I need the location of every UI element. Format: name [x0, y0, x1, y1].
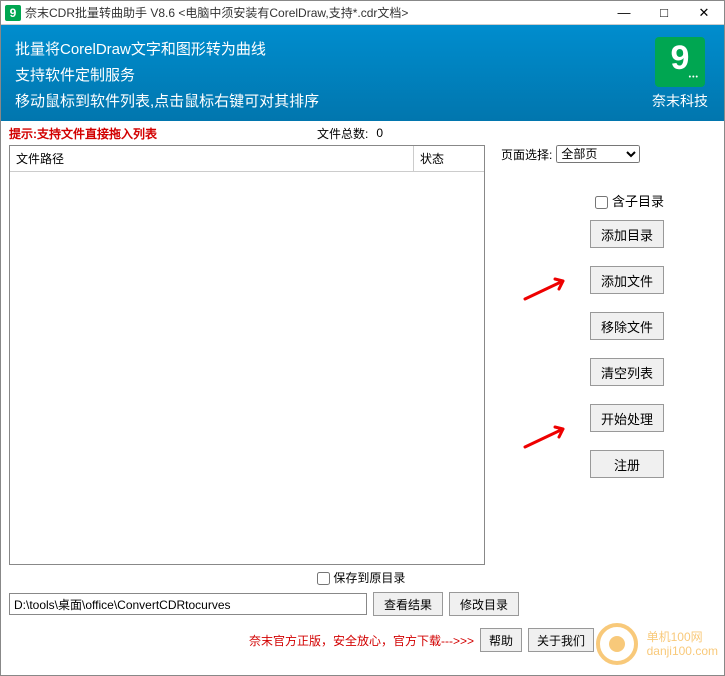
window-title: 奈末CDR批量转曲助手 V8.6 <电脑中须安装有CorelDraw,支持*.c… [25, 4, 604, 21]
hint-text: 提示:支持文件直接拖入列表 [9, 125, 249, 142]
logo-area: 9 ••• 奈末科技 [650, 37, 710, 109]
annotation-arrow-icon [523, 275, 573, 301]
logo-icon: 9 ••• [655, 37, 705, 87]
hint-row: 提示:支持文件直接拖入列表 文件总数: 0 [1, 121, 724, 145]
logo-label: 奈末科技 [650, 91, 710, 111]
main-area: 文件路径 状态 页面选择: 全部页 含子目录 添加目录 添加文件 移除文件 清空… [1, 145, 724, 565]
file-count-value: 0 [376, 126, 383, 140]
about-button[interactable]: 关于我们 [528, 628, 594, 652]
add-file-button[interactable]: 添加文件 [590, 266, 664, 294]
column-status[interactable]: 状态 [414, 146, 484, 171]
window-controls: — □ ✕ [604, 1, 724, 25]
remove-file-button[interactable]: 移除文件 [590, 312, 664, 340]
header-description: 批量将CorelDraw文字和图形转为曲线 支持软件定制服务 移动鼠标到软件列表… [15, 37, 650, 109]
footer-text: 奈末官方正版，安全放心，官方下载--->>> [249, 632, 474, 649]
output-path-row: 查看结果 修改目录 [1, 590, 724, 624]
close-button[interactable]: ✕ [684, 1, 724, 25]
start-process-button[interactable]: 开始处理 [590, 404, 664, 432]
annotation-arrow-icon [523, 423, 573, 449]
header-line2: 支持软件定制服务 [15, 63, 650, 89]
help-button[interactable]: 帮助 [480, 628, 522, 652]
footer-row: 奈末官方正版，安全放心，官方下载--->>> 帮助 关于我们 [1, 624, 724, 660]
output-path-input[interactable] [9, 593, 367, 615]
header-line1: 批量将CorelDraw文字和图形转为曲线 [15, 37, 650, 63]
file-list-table[interactable]: 文件路径 状态 [9, 145, 485, 565]
include-subdir-row: 含子目录 [501, 191, 716, 210]
save-to-orig-checkbox[interactable] [317, 572, 330, 585]
save-orig-row: 保存到原目录 [1, 565, 724, 590]
page-select-label: 页面选择: [501, 146, 552, 163]
header-banner: 批量将CorelDraw文字和图形转为曲线 支持软件定制服务 移动鼠标到软件列表… [1, 25, 724, 121]
page-select-row: 页面选择: 全部页 [501, 145, 716, 163]
include-subdir-label: 含子目录 [612, 194, 664, 209]
save-to-orig-label: 保存到原目录 [333, 571, 405, 585]
modify-dir-button[interactable]: 修改目录 [449, 592, 519, 616]
minimize-button[interactable]: — [604, 1, 644, 25]
view-result-button[interactable]: 查看结果 [373, 592, 443, 616]
right-panel: 页面选择: 全部页 含子目录 添加目录 添加文件 移除文件 清空列表 开始处理 … [485, 145, 716, 565]
page-select-dropdown[interactable]: 全部页 [556, 145, 640, 163]
titlebar: 9 奈末CDR批量转曲助手 V8.6 <电脑中须安装有CorelDraw,支持*… [1, 1, 724, 25]
header-line3: 移动鼠标到软件列表,点击鼠标右键可对其排序 [15, 89, 650, 115]
file-count-label: 文件总数: [317, 125, 368, 142]
column-path[interactable]: 文件路径 [10, 146, 414, 171]
app-icon: 9 [5, 5, 21, 21]
add-directory-button[interactable]: 添加目录 [590, 220, 664, 248]
maximize-button[interactable]: □ [644, 1, 684, 25]
include-subdir-checkbox[interactable] [595, 196, 608, 209]
table-header: 文件路径 状态 [10, 146, 484, 172]
clear-list-button[interactable]: 清空列表 [590, 358, 664, 386]
register-button[interactable]: 注册 [590, 450, 664, 478]
